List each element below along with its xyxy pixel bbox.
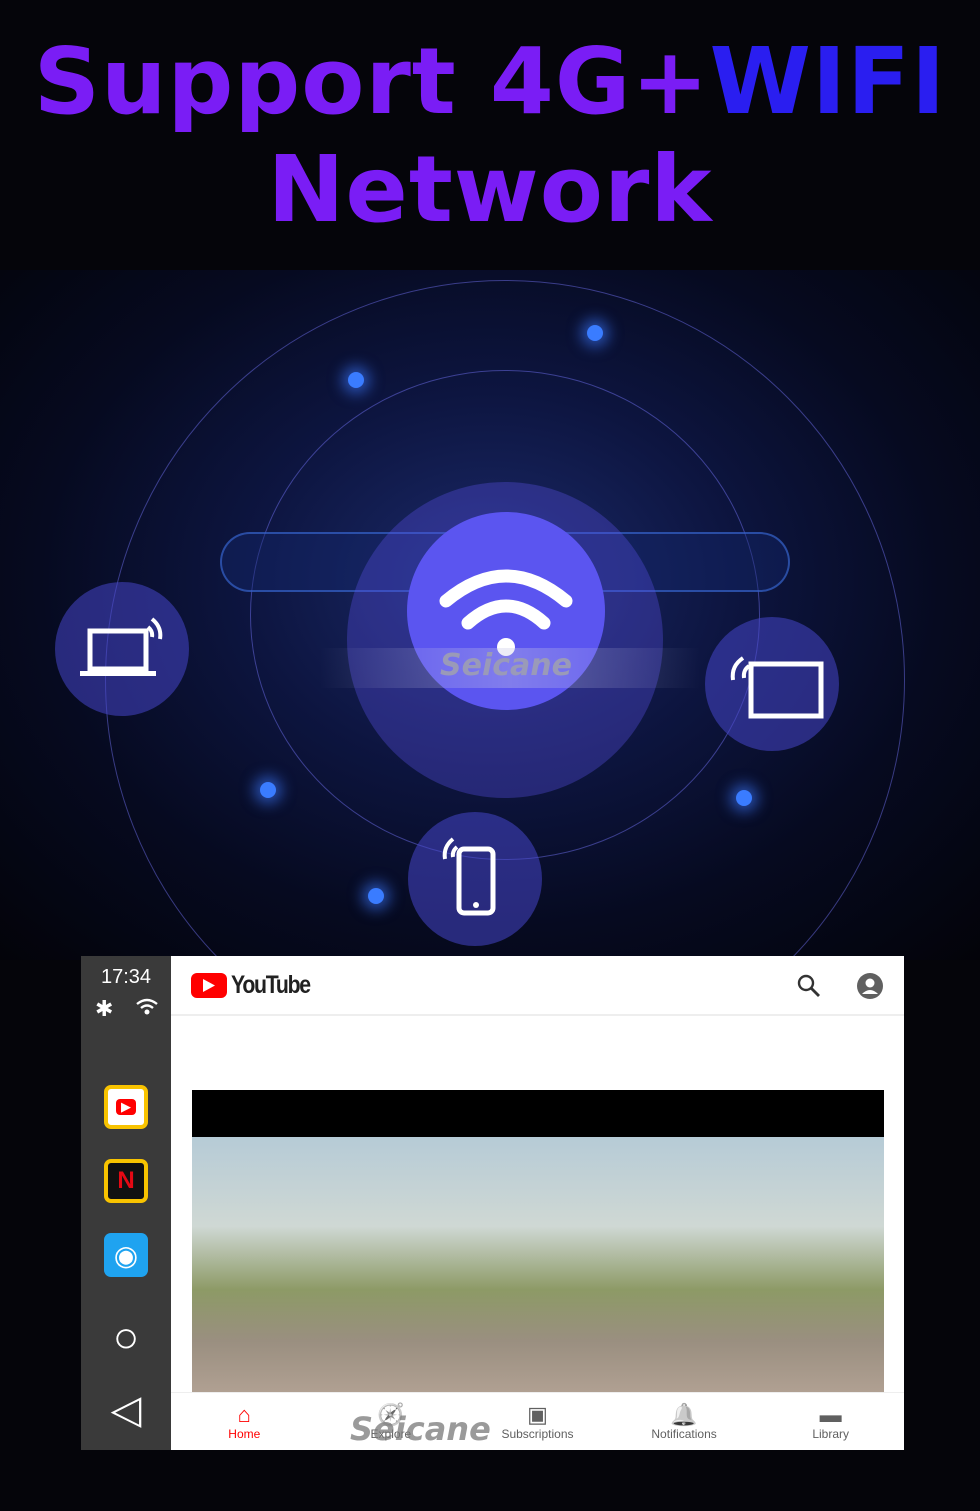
bluetooth-icon: ✱ xyxy=(95,996,114,1021)
netflix-app-icon[interactable]: N xyxy=(104,1159,148,1203)
youtube-wordmark: YouTube xyxy=(231,970,311,999)
laptop-device xyxy=(55,582,189,716)
glow-dot xyxy=(368,888,384,904)
headline-network: Network xyxy=(267,136,713,243)
nav-home[interactable]: ⌂ Home xyxy=(171,1393,318,1450)
glow-dot xyxy=(348,372,364,388)
head-unit-screen: 17:34 ✱ ▶ N ◉ ○ ◁ YouTube ⌂ Home 🧭 Explore… xyxy=(81,956,904,1450)
nav-label: Subscriptions xyxy=(501,1426,574,1441)
home-button[interactable]: ○ xyxy=(104,1313,148,1362)
headline-support-4g: Support 4G+ xyxy=(33,28,710,135)
search-icon[interactable] xyxy=(797,974,821,998)
phone-icon xyxy=(442,837,496,916)
clock: 17:34 xyxy=(100,966,152,988)
status-rail: 17:34 ✱ ▶ N ◉ ○ ◁ xyxy=(81,956,171,1450)
glow-dot xyxy=(587,325,603,341)
bell-icon: 🔔 xyxy=(670,1401,698,1427)
network-illustration: Seicane xyxy=(0,270,980,960)
phone-device xyxy=(408,812,542,946)
home-icon: ⌂ xyxy=(237,1401,251,1427)
glow-dot xyxy=(736,790,752,806)
youtube-app: YouTube ⌂ Home 🧭 Explore ▣ Subscriptions 🔔 N… xyxy=(171,956,904,1450)
youtube-topbar: YouTube xyxy=(171,956,904,1016)
video-thumbnail[interactable] xyxy=(192,1137,884,1392)
youtube-app-icon[interactable]: ▶ xyxy=(104,1085,148,1129)
subscriptions-icon: ▣ xyxy=(527,1401,548,1427)
bottom-nav: ⌂ Home 🧭 Explore ▣ Subscriptions 🔔 Notificat… xyxy=(171,1392,904,1450)
back-button[interactable]: ◁ xyxy=(104,1388,148,1432)
wifi-icon xyxy=(439,569,573,656)
tablet-device xyxy=(705,617,839,751)
chrome-app-icon[interactable]: ◉ xyxy=(104,1233,148,1277)
nav-library[interactable]: ▬ Library xyxy=(757,1393,904,1450)
laptop-icon xyxy=(80,617,163,676)
nav-label: Notifications xyxy=(651,1426,717,1441)
wifi-icon xyxy=(135,996,159,1022)
nav-label: Library xyxy=(812,1426,850,1441)
account-icon[interactable] xyxy=(856,972,884,1000)
youtube-logo[interactable]: YouTube xyxy=(191,971,324,1000)
brand-logo: Seicane xyxy=(440,648,572,683)
watermark: Seicane xyxy=(350,1410,491,1448)
nav-notifications[interactable]: 🔔 Notifications xyxy=(611,1393,758,1450)
glow-dot xyxy=(260,782,276,798)
tablet-icon xyxy=(730,656,824,719)
headline: Support 4G+WIFI Network xyxy=(0,28,980,244)
headline-wifi: WIFI xyxy=(709,28,947,135)
folder-icon: ▬ xyxy=(819,1401,842,1427)
video-player[interactable] xyxy=(192,1090,884,1392)
youtube-play-icon xyxy=(191,972,227,998)
nav-label: Home xyxy=(228,1426,261,1441)
